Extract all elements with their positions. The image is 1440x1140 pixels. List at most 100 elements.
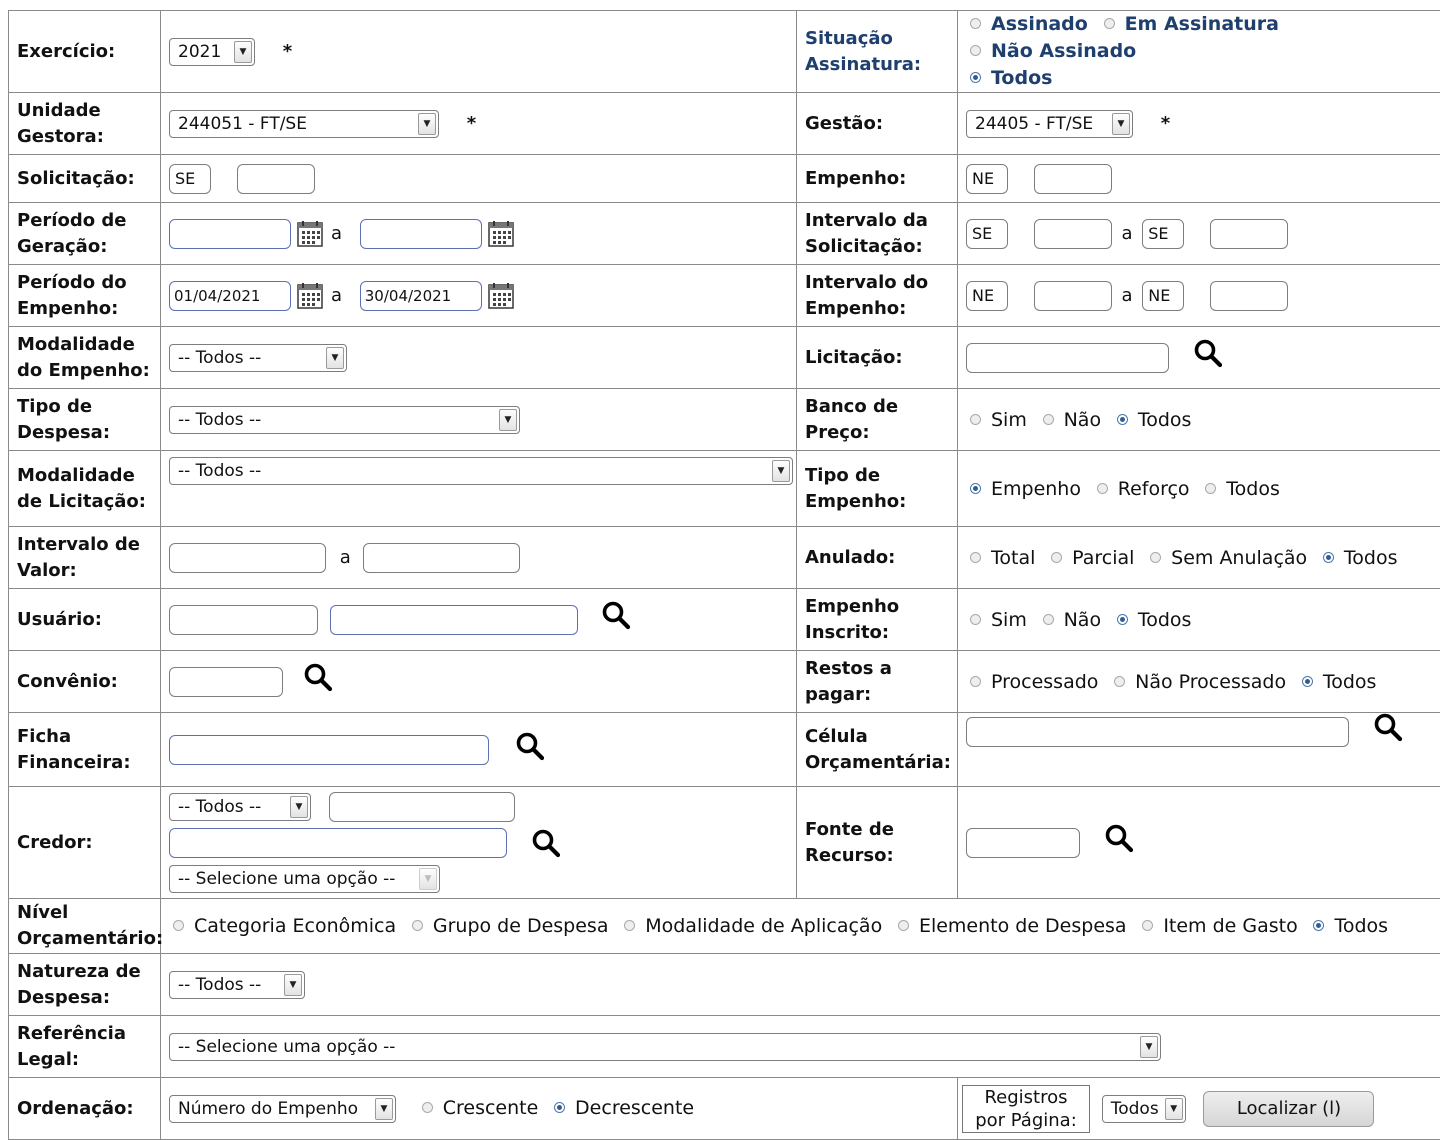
tipo-empenho-label: Tipo de Empenho: <box>796 450 958 527</box>
radio-situacao-todos[interactable]: Todos <box>966 67 1052 89</box>
radio-assinado[interactable]: Assinado <box>966 13 1088 35</box>
empenho-label: Empenho: <box>796 154 958 203</box>
radio-item-gasto[interactable]: Item de Gasto <box>1138 915 1298 937</box>
search-icon[interactable] <box>303 662 333 692</box>
periodo-empenho-from-input[interactable]: 01/04/2021 <box>169 280 291 311</box>
radio-nivel-todos[interactable]: Todos <box>1309 915 1388 937</box>
intervalo-empenho-to-input[interactable] <box>1209 280 1288 311</box>
chevron-down-icon: ▼ <box>418 112 436 135</box>
radio-tipo-reforco[interactable]: Reforço <box>1093 478 1190 500</box>
usuario-code-input[interactable] <box>169 604 318 635</box>
radio-grupo-despesa[interactable]: Grupo de Despesa <box>408 915 608 937</box>
search-icon[interactable] <box>1373 712 1403 742</box>
periodo-geracao-from-input[interactable] <box>169 218 291 249</box>
radio-inscrito-sim[interactable]: Sim <box>966 609 1027 631</box>
referencia-legal-select[interactable]: -- Selecione uma opção -- ▼ <box>169 1032 1161 1061</box>
radio-restos-processado[interactable]: Processado <box>966 671 1098 693</box>
search-icon[interactable] <box>1104 823 1134 853</box>
ordenacao-select[interactable]: Número do Empenho ▼ <box>169 1094 396 1123</box>
radio-banco-todos[interactable]: Todos <box>1113 409 1191 431</box>
chevron-down-icon: ▼ <box>419 867 437 890</box>
modalidade-licitacao-select[interactable]: -- Todos -- ▼ <box>169 457 793 485</box>
exercicio-select[interactable]: 2021 ▼ <box>169 37 255 66</box>
intervalo-solicitacao-label: Intervalo da Solicitação: <box>796 202 958 265</box>
radio-crescente[interactable]: Crescente <box>418 1097 538 1119</box>
radio-tipo-todos[interactable]: Todos <box>1201 478 1280 500</box>
chevron-down-icon: ▼ <box>1112 112 1130 135</box>
radio-nao-assinado[interactable]: Não Assinado <box>966 40 1136 62</box>
radio-decrescente[interactable]: Decrescente <box>550 1097 694 1119</box>
calendar-icon[interactable] <box>297 283 323 309</box>
search-icon[interactable] <box>601 600 631 630</box>
intervalo-empenho-to-prefix[interactable]: NE <box>1142 280 1185 311</box>
empenho-number-input[interactable] <box>1033 163 1112 194</box>
intervalo-solicitacao-from-prefix[interactable]: SE <box>966 218 1008 249</box>
intervalo-solicitacao-to-input[interactable] <box>1209 218 1288 249</box>
credor-document-input[interactable] <box>328 791 515 822</box>
calendar-icon[interactable] <box>488 221 514 247</box>
search-icon[interactable] <box>1193 338 1223 368</box>
licitacao-input[interactable] <box>966 342 1169 373</box>
radio-em-assinatura[interactable]: Em Assinatura <box>1100 13 1279 35</box>
valor-to-input[interactable] <box>362 542 520 573</box>
valor-from-input[interactable] <box>169 542 326 573</box>
intervalo-valor-label: Intervalo de Valor: <box>8 526 161 589</box>
radio-modalidade-aplicacao[interactable]: Modalidade de Aplicação <box>620 915 882 937</box>
natureza-despesa-label: Natureza de Despesa: <box>8 953 161 1016</box>
credor-name-input[interactable] <box>169 827 507 858</box>
solicitacao-number-input[interactable] <box>236 163 315 194</box>
radio-restos-nao-processado[interactable]: Não Processado <box>1110 671 1286 693</box>
empenho-prefix-input[interactable]: NE <box>966 163 1008 194</box>
credor-option-select[interactable]: -- Selecione uma opção -- ▼ <box>169 864 440 893</box>
radio-tipo-empenho[interactable]: Empenho <box>966 478 1081 500</box>
periodo-empenho-to-input[interactable]: 30/04/2021 <box>359 280 482 311</box>
radio-banco-nao[interactable]: Não <box>1039 409 1101 431</box>
intervalo-empenho-from-input[interactable] <box>1033 280 1112 311</box>
periodo-geracao-label: Período de Geração: <box>8 202 161 265</box>
calendar-icon[interactable] <box>488 283 514 309</box>
tipo-despesa-select[interactable]: -- Todos -- ▼ <box>169 405 520 434</box>
radio-anulado-sem[interactable]: Sem Anulação <box>1146 547 1307 569</box>
radio-inscrito-todos[interactable]: Todos <box>1113 609 1191 631</box>
registros-por-pagina-select[interactable]: Todos ▼ <box>1101 1094 1186 1123</box>
unidade-gestora-select[interactable]: 244051 - FT/SE ▼ <box>169 109 439 138</box>
exercicio-label: Exercício: <box>8 10 161 93</box>
celula-orcamentaria-input[interactable] <box>966 717 1349 747</box>
credor-label: Credor: <box>8 786 161 899</box>
intervalo-empenho-from-prefix[interactable]: NE <box>966 280 1008 311</box>
ficha-financeira-input[interactable] <box>169 734 489 765</box>
intervalo-solicitacao-to-prefix[interactable]: SE <box>1142 218 1185 249</box>
modalidade-empenho-select[interactable]: -- Todos -- ▼ <box>169 343 347 372</box>
registros-por-pagina-label: Registros por Página: <box>962 1084 1090 1133</box>
fonte-recurso-label: Fonte de Recurso: <box>796 786 958 899</box>
radio-inscrito-nao[interactable]: Não <box>1039 609 1101 631</box>
unidade-gestora-label: Unidade Gestora: <box>8 92 161 155</box>
gestao-select[interactable]: 24405 - FT/SE ▼ <box>966 109 1133 138</box>
convenio-input[interactable] <box>169 666 283 697</box>
radio-restos-todos[interactable]: Todos <box>1298 671 1376 693</box>
usuario-name-input[interactable] <box>329 604 578 635</box>
radio-anulado-parcial[interactable]: Parcial <box>1047 547 1134 569</box>
modalidade-empenho-label: Modalidade do Empenho: <box>8 326 161 389</box>
ficha-financeira-label: Ficha Financeira: <box>8 712 161 787</box>
empenho-inscrito-label: Empenho Inscrito: <box>796 588 958 651</box>
credor-type-select[interactable]: -- Todos -- ▼ <box>169 792 311 821</box>
search-icon[interactable] <box>531 828 561 858</box>
solicitacao-label: Solicitação: <box>8 154 161 203</box>
chevron-down-icon: ▼ <box>499 408 517 431</box>
radio-banco-sim[interactable]: Sim <box>966 409 1027 431</box>
periodo-geracao-to-input[interactable] <box>359 218 482 249</box>
radio-anulado-todos[interactable]: Todos <box>1319 547 1397 569</box>
radio-anulado-total[interactable]: Total <box>966 547 1035 569</box>
search-icon[interactable] <box>515 731 545 761</box>
natureza-despesa-select[interactable]: -- Todos -- ▼ <box>169 970 305 999</box>
localizar-button[interactable]: Localizar (l) <box>1203 1090 1375 1127</box>
fonte-recurso-input[interactable] <box>966 827 1080 858</box>
solicitacao-prefix-input[interactable]: SE <box>169 163 211 194</box>
intervalo-solicitacao-from-input[interactable] <box>1033 218 1112 249</box>
radio-elemento-despesa[interactable]: Elemento de Despesa <box>894 915 1127 937</box>
radio-categoria-economica[interactable]: Categoria Econômica <box>169 915 396 937</box>
calendar-icon[interactable] <box>297 221 323 247</box>
chevron-down-icon: ▼ <box>326 346 344 369</box>
situacao-assinatura-label: Situação Assinatura: <box>796 10 958 93</box>
